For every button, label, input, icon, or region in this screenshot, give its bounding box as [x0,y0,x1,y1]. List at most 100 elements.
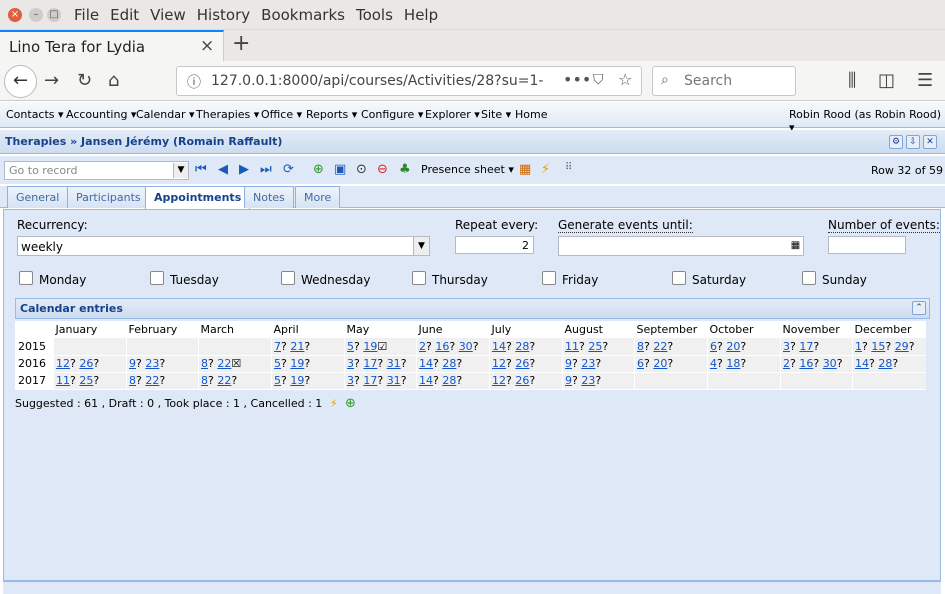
sidebar-icon[interactable]: ◫ [878,70,895,91]
calendar-entry-link[interactable]: 2 [783,357,790,370]
entry-status-mark[interactable]: ? [790,357,799,370]
sunday-checkbox[interactable] [802,271,816,285]
entry-status-mark[interactable]: ? [572,357,581,370]
first-record-icon[interactable]: ⏮ [195,162,207,177]
calendar-entry-link[interactable]: 11 [56,374,70,387]
menu-tools[interactable]: Tools [356,6,393,24]
entry-status-mark[interactable]: ? [456,374,462,387]
entry-status-mark[interactable]: ☒ [231,357,241,370]
calendar-entry-link[interactable]: 30 [823,357,837,370]
entry-status-mark[interactable]: ? [595,374,601,387]
calendar-entry-link[interactable]: 14 [419,357,433,370]
entry-status-mark[interactable]: ? [433,357,442,370]
calendar-entry-link[interactable]: 3 [783,340,790,353]
entry-status-mark[interactable]: ? [579,340,588,353]
window-minimize-button[interactable]: – [29,8,43,22]
calendar-entry-link[interactable]: 22 [653,340,667,353]
menu-office[interactable]: Office ▾ [261,108,302,121]
calendar-entry-link[interactable]: 25 [588,340,602,353]
menu-file[interactable]: File [74,6,99,24]
repeat-every-field[interactable]: 2 [455,236,534,254]
calendar-entry-link[interactable]: 16 [799,357,813,370]
entry-status-mark[interactable]: ? [740,357,746,370]
calendar-entry-link[interactable]: 31 [387,357,401,370]
entry-status-mark[interactable]: ? [602,340,608,353]
entry-status-mark[interactable]: ? [506,340,515,353]
lightning-icon[interactable]: ⚡ [541,162,550,177]
entry-status-mark[interactable]: ? [740,340,746,353]
calendar-entry-link[interactable]: 16 [435,340,449,353]
entry-status-mark[interactable]: ? [506,357,515,370]
entry-status-mark[interactable]: ? [717,357,726,370]
back-button[interactable]: ← [4,65,37,98]
entry-status-mark[interactable]: ? [304,357,310,370]
entry-status-mark[interactable]: ? [909,340,915,353]
calendar-entry-link[interactable]: 12 [492,374,506,387]
tab-participants[interactable]: Participants [67,186,150,208]
calendar-entry-link[interactable]: 25 [79,374,93,387]
wednesday-checkbox[interactable] [281,271,295,285]
entry-status-mark[interactable]: ? [667,357,673,370]
calendar-entry-link[interactable]: 28 [442,357,456,370]
calendar-entry-link[interactable]: 17 [363,374,377,387]
generate-until-date-field[interactable]: ▦ [558,236,804,256]
calendar-entry-link[interactable]: 9 [565,357,572,370]
calendar-entry-link[interactable]: 30 [459,340,473,353]
calendar-entry-link[interactable]: 21 [290,340,304,353]
entry-status-mark[interactable]: ? [449,340,458,353]
friday-checkbox[interactable] [542,271,556,285]
calendar-entry-link[interactable]: 2 [419,340,426,353]
entry-status-mark[interactable]: ? [595,357,601,370]
calendar-entry-link[interactable]: 6 [637,357,644,370]
calendar-entry-link[interactable]: 11 [565,340,579,353]
tab-more[interactable]: More [295,186,341,208]
calendar-entry-link[interactable]: 12 [56,357,70,370]
search-field[interactable]: ⌕ Search [652,66,796,96]
browser-tab[interactable]: Lino Tera for Lydia × [0,30,224,61]
entry-status-mark[interactable]: ? [70,374,79,387]
entry-status-mark[interactable]: ? [354,357,363,370]
calendar-entry-link[interactable]: 28 [515,340,529,353]
entry-status-mark[interactable]: ? [401,374,407,387]
calendar-entry-link[interactable]: 23 [145,357,159,370]
tuesday-checkbox[interactable] [150,271,164,285]
calendar-entry-link[interactable]: 18 [726,357,740,370]
entry-status-mark[interactable]: ? [93,357,99,370]
tab-close-icon[interactable]: × [200,36,214,56]
entry-status-mark[interactable]: ? [813,357,822,370]
calendar-entry-link[interactable]: 9 [565,374,572,387]
number-of-events-field[interactable] [828,236,906,254]
menu-calendar[interactable]: Calendar ▾ [136,108,195,121]
entry-status-mark[interactable]: ? [354,340,363,353]
menu-view[interactable]: View [150,6,186,24]
calendar-entry-link[interactable]: 31 [387,374,401,387]
entry-status-mark[interactable]: ? [667,340,673,353]
recurrency-select[interactable]: weekly ▼ [17,236,430,256]
menu-accounting[interactable]: Accounting ▾ [66,108,136,121]
entry-status-mark[interactable]: ? [456,357,462,370]
calendar-entry-link[interactable]: 22 [217,374,231,387]
entry-status-mark[interactable]: ? [506,374,515,387]
entry-status-mark[interactable]: ☑ [377,340,387,353]
entry-status-mark[interactable]: ? [892,357,898,370]
menu-help[interactable]: Help [404,6,438,24]
menu-configure[interactable]: Configure ▾ [361,108,423,121]
bookmark-star-icon[interactable]: ☆ [618,70,632,89]
entry-status-mark[interactable]: ? [862,340,871,353]
url-bar[interactable]: ⓘ 127.0.0.1:8000/api/courses/Activities/… [176,66,642,96]
add-icon[interactable]: ⊕ [345,396,356,411]
calendar-entry-link[interactable]: 28 [878,357,892,370]
chevron-down-icon[interactable]: ▼ [173,163,188,178]
presence-sheet-button[interactable]: Presence sheet ▾ [421,163,514,176]
calendar-entry-link[interactable]: 17 [363,357,377,370]
calendar-entry-link[interactable]: 5 [274,374,281,387]
entry-status-mark[interactable]: ? [529,340,535,353]
menu-home[interactable]: Home [515,108,547,121]
calendar-entry-link[interactable]: 8 [201,357,208,370]
new-tab-icon[interactable]: + [232,31,250,56]
calendar-entry-link[interactable]: 14 [855,357,869,370]
entry-status-mark[interactable]: ? [136,357,145,370]
entry-status-mark[interactable]: ? [837,357,843,370]
entry-status-mark[interactable]: ? [529,357,535,370]
grip-icon[interactable]: ⠿ [565,162,572,173]
